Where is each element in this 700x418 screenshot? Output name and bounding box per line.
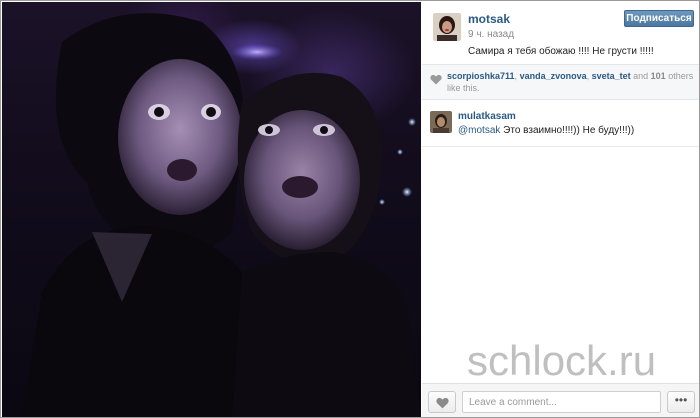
comment-text: @motsak Это взаимно!!!!)) Не буду!!!)) xyxy=(458,125,634,136)
likes-and: and xyxy=(630,71,651,81)
post-timestamp[interactable]: 9 ч. назад xyxy=(468,29,514,40)
comment-body: Это взаимно!!!!)) Не буду!!!)) xyxy=(500,125,635,136)
avatar-image xyxy=(433,13,461,41)
post-username[interactable]: motsak xyxy=(468,12,510,26)
more-options-button[interactable]: ••• xyxy=(667,391,695,413)
photo-image xyxy=(22,13,421,417)
comment-mention[interactable]: @motsak xyxy=(458,125,500,136)
liker-link[interactable]: scorpioshka711 xyxy=(447,71,515,81)
liker-link[interactable]: sveta_tet xyxy=(592,71,631,81)
post-photo[interactable] xyxy=(2,2,421,417)
heart-icon xyxy=(430,74,442,85)
watermark: schlock.ru xyxy=(467,337,657,384)
more-icon: ••• xyxy=(674,393,688,407)
commenter-avatar-image xyxy=(430,111,452,133)
like-button[interactable] xyxy=(428,391,456,413)
post-caption: Самира я тебя обожаю !!!! Не грусти !!!!… xyxy=(468,46,654,57)
liker-link[interactable]: vanda_zvonova xyxy=(520,71,587,81)
comment-username[interactable]: mulatkasam xyxy=(458,111,516,122)
instagram-post-window: motsak 9 ч. назад Самира я тебя обожаю !… xyxy=(0,0,700,418)
follow-button[interactable]: Подписаться xyxy=(624,10,694,27)
avatar[interactable] xyxy=(433,13,461,41)
avatar[interactable] xyxy=(430,111,452,133)
heart-icon xyxy=(436,397,449,409)
likes-count[interactable]: 101 xyxy=(651,71,666,81)
likes-text: scorpioshka711, vanda_zvonova, sveta_tet… xyxy=(447,70,695,94)
comment-footer: ••• xyxy=(422,383,699,417)
comment-item: mulatkasam @motsak Это взаимно!!!!)) Не … xyxy=(422,107,699,147)
comment-input[interactable] xyxy=(462,391,661,413)
post-header: motsak 9 ч. назад Самира я тебя обожаю !… xyxy=(422,2,699,64)
likes-bar: scorpioshka711, vanda_zvonova, sveta_tet… xyxy=(422,64,699,100)
